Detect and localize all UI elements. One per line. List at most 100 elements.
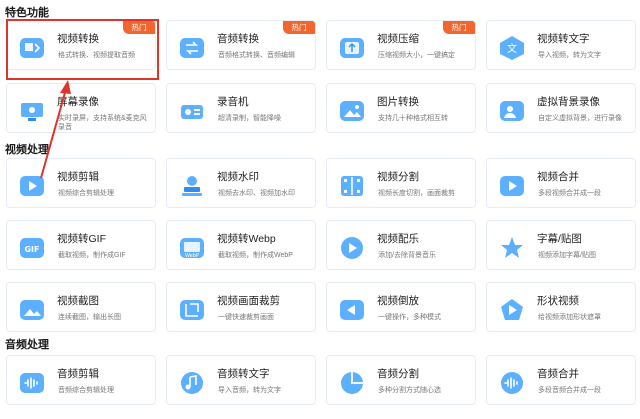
feature-card-title: 视频转Webp <box>217 233 276 245</box>
feature-card-title: 视频分割 <box>377 171 419 183</box>
hot-badge: 热门 <box>123 21 155 34</box>
feature-card-title: 录音机 <box>217 96 249 108</box>
feature-card-video-screenshot[interactable]: 视频截图 连续截图，输出长图 <box>6 282 156 332</box>
feature-card-title: 视频转GIF <box>57 233 106 245</box>
feature-card-desc: 截取视频，制作成GIF <box>58 252 126 259</box>
feature-card-video-watermark[interactable]: 视频水印视频去水印、视频加水印 <box>166 158 316 208</box>
video-music-icon <box>339 235 365 261</box>
feature-card-image-convert[interactable]: 图片转换支持几十种格式相互转 <box>326 83 476 133</box>
feature-card-subtitle-sticker[interactable]: 字幕/贴图视频添加字幕/贴图 <box>486 220 636 270</box>
video-to-text-icon: 文 <box>499 35 525 61</box>
feature-card-desc: 给视频添加形状遮罩 <box>538 314 601 321</box>
feature-card-title: 音频转文字 <box>217 368 270 380</box>
feature-card-title: 图片转换 <box>377 96 419 108</box>
video-watermark-icon <box>179 173 205 199</box>
feature-card-desc: 格式转换、视频提取音频 <box>58 52 135 59</box>
feature-card-title: 音频转换 <box>217 33 259 45</box>
feature-card-desc: 视频添加字幕/贴图 <box>538 252 596 259</box>
feature-card-title: 视频剪辑 <box>57 171 99 183</box>
audio-to-text-icon <box>179 370 205 396</box>
feature-card-screen-record[interactable]: 屏幕录像实时录屏，支持系统&麦克风录音 <box>6 83 156 133</box>
feature-card-title: 音频剪辑 <box>57 368 99 380</box>
feature-card-desc: 音频格式转换、音频编辑 <box>218 52 295 59</box>
subtitle-sticker-icon <box>499 235 525 261</box>
section-title-video: 视频处理 <box>5 144 49 156</box>
feature-card-desc: 视频去水印、视频加水印 <box>218 190 295 197</box>
feature-card-desc: 支持几十种格式相互转 <box>378 115 448 122</box>
feature-card-webp[interactable]: WebP 视频转Webp 截取视频，制作成WebP <box>166 220 316 270</box>
video-crop-icon <box>179 297 205 323</box>
svg-text:GIF: GIF <box>24 245 39 254</box>
feature-card-desc: 多段音频合并成一段 <box>538 387 601 394</box>
feature-card-title: 形状视频 <box>537 295 579 307</box>
feature-card-recorder[interactable]: 录音机超清录制，智能降噪 <box>166 83 316 133</box>
feature-card-desc: 添加/去除背景音乐 <box>378 252 436 259</box>
feature-card-title: 音频合并 <box>537 368 579 380</box>
video-screenshot-icon <box>19 297 45 323</box>
svg-text:文: 文 <box>507 42 517 55</box>
feature-card-audio-merge[interactable]: 音频合并多段音频合并成一段 <box>486 355 636 405</box>
feature-card-gif[interactable]: GIF 视频转GIF 截取视频，制作成GIF <box>6 220 156 270</box>
feature-card-title: 屏幕录像 <box>57 96 99 108</box>
audio-merge-icon <box>499 370 525 396</box>
feature-card-desc: 一键快速裁剪画面 <box>218 314 274 321</box>
feature-card-desc: 实时录屏，支持系统&麦克风录音 <box>58 115 147 131</box>
virtual-bg-icon <box>499 98 525 124</box>
section-title-audio: 音频处理 <box>5 339 49 351</box>
svg-text:WebP: WebP <box>185 253 199 259</box>
video-compress-icon <box>339 35 365 61</box>
video-merge-icon <box>499 173 525 199</box>
shape-video-icon <box>499 297 525 323</box>
feature-card-virtual-bg[interactable]: 虚拟背景录像自定义虚拟背景，进行录像 <box>486 83 636 133</box>
feature-card-title: 视频合并 <box>537 171 579 183</box>
feature-card-desc: 视频综合剪辑处理 <box>58 190 114 197</box>
feature-card-desc: 导入音频，转为文字 <box>218 387 281 394</box>
feature-card-video-music[interactable]: 视频配乐添加/去除背景音乐 <box>326 220 476 270</box>
feature-card-video-compress[interactable]: 视频压缩 压缩视频大小，一键搞定 热门 <box>326 20 476 70</box>
feature-card-desc: 一键操作，多种模式 <box>378 314 441 321</box>
feature-card-video-edit[interactable]: 视频剪辑视频综合剪辑处理 <box>6 158 156 208</box>
feature-card-desc: 压缩视频大小，一键搞定 <box>378 52 455 59</box>
feature-card-video-crop[interactable]: 视频画面裁剪一键快速裁剪画面 <box>166 282 316 332</box>
gif-icon: GIF <box>19 235 45 261</box>
feature-card-title: 视频转换 <box>57 33 99 45</box>
feature-card-title: 字幕/贴图 <box>537 233 582 245</box>
feature-card-audio-to-text[interactable]: 音频转文字导入音频，转为文字 <box>166 355 316 405</box>
audio-convert-icon <box>179 35 205 61</box>
recorder-icon <box>179 98 205 124</box>
feature-card-video-reverse[interactable]: 视频倒放一键操作，多种模式 <box>326 282 476 332</box>
screen-record-icon <box>19 98 45 124</box>
section-title-featured: 特色功能 <box>5 7 49 19</box>
feature-card-desc: 超清录制，智能降噪 <box>218 115 281 122</box>
hot-badge: 热门 <box>283 21 315 34</box>
feature-card-desc: 多段视频合并成一段 <box>538 190 601 197</box>
feature-card-audio-split[interactable]: 音频分割 多种分割方式随心选 <box>326 355 476 405</box>
feature-card-title: 视频倒放 <box>377 295 419 307</box>
feature-card-title: 视频转文字 <box>537 33 590 45</box>
feature-card-desc: 自定义虚拟背景，进行录像 <box>538 115 622 122</box>
feature-card-desc: 多种分割方式随心选 <box>378 387 441 394</box>
feature-card-desc: 音频综合剪辑处理 <box>58 387 114 394</box>
feature-card-desc: 截取视频，制作成WebP <box>218 252 293 259</box>
feature-card-title: 视频画面裁剪 <box>217 295 280 307</box>
feature-card-shape-video[interactable]: 形状视频给视频添加形状遮罩 <box>486 282 636 332</box>
hot-badge: 热门 <box>443 21 475 34</box>
feature-card-title: 视频配乐 <box>377 233 419 245</box>
image-convert-icon <box>339 98 365 124</box>
feature-panel: 特色功能 视频处理 音频处理 视频转换 格式转换、视频提取音频 热门 音频转换 音频格式… <box>0 0 640 419</box>
audio-edit-icon <box>19 370 45 396</box>
feature-card-title: 视频水印 <box>217 171 259 183</box>
feature-card-video-to-text[interactable]: 文 视频转文字导入视频，转为文字 <box>486 20 636 70</box>
feature-card-video-merge[interactable]: 视频合并多段视频合并成一段 <box>486 158 636 208</box>
video-convert-icon <box>19 35 45 61</box>
feature-card-desc: 导入视频，转为文字 <box>538 52 601 59</box>
audio-split-icon <box>339 370 365 396</box>
feature-card-video-convert[interactable]: 视频转换格式转换、视频提取音频 热门 <box>6 20 156 70</box>
feature-card-video-split[interactable]: 视频分割视频长度切割，画面裁剪 <box>326 158 476 208</box>
feature-card-title: 虚拟背景录像 <box>537 96 600 108</box>
feature-card-audio-edit[interactable]: 音频剪辑音频综合剪辑处理 <box>6 355 156 405</box>
video-split-icon <box>339 173 365 199</box>
feature-card-desc: 视频长度切割，画面裁剪 <box>378 190 455 197</box>
feature-card-audio-convert[interactable]: 音频转换音频格式转换、音频编辑 热门 <box>166 20 316 70</box>
video-edit-icon <box>19 173 45 199</box>
